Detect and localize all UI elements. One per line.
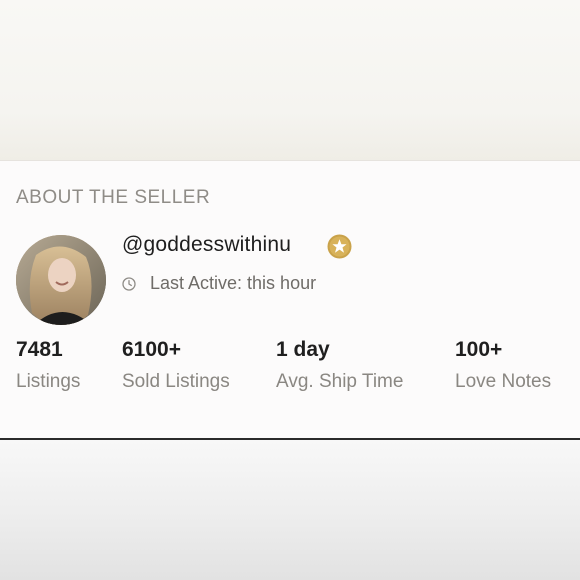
page-footer-area [0,440,580,580]
seller-username[interactable]: @goddesswithinu [122,233,291,257]
stat-label: Avg. Ship Time [276,371,404,392]
stat-sold-listings[interactable]: 6100+ Sold Listings [122,337,230,393]
page-header-area [0,0,580,160]
stat-value: 7481 [16,338,63,361]
clock-icon [122,276,136,291]
stat-avg-ship-time: 1 day Avg. Ship Time [276,337,403,393]
star-badge-icon [327,234,352,259]
last-active-text: Last Active: this hour [150,273,317,293]
avatar-image [16,235,106,325]
stat-label: Listings [16,371,81,392]
stat-love-notes[interactable]: 100+ Love Notes [455,337,551,393]
stat-value: 6100+ [122,338,181,361]
last-active-status: Last Active: this hour [122,273,316,294]
stat-listings[interactable]: 7481 Listings [16,337,80,393]
about-seller-card: ABOUT THE SELLER @goddesswithinu Last Ac… [0,160,580,440]
seller-avatar[interactable] [16,235,106,325]
stat-value: 100+ [455,338,503,361]
section-title: ABOUT THE SELLER [16,187,211,208]
stat-value: 1 day [276,338,330,361]
stat-label: Love Notes [455,371,552,392]
stat-label: Sold Listings [122,371,230,392]
